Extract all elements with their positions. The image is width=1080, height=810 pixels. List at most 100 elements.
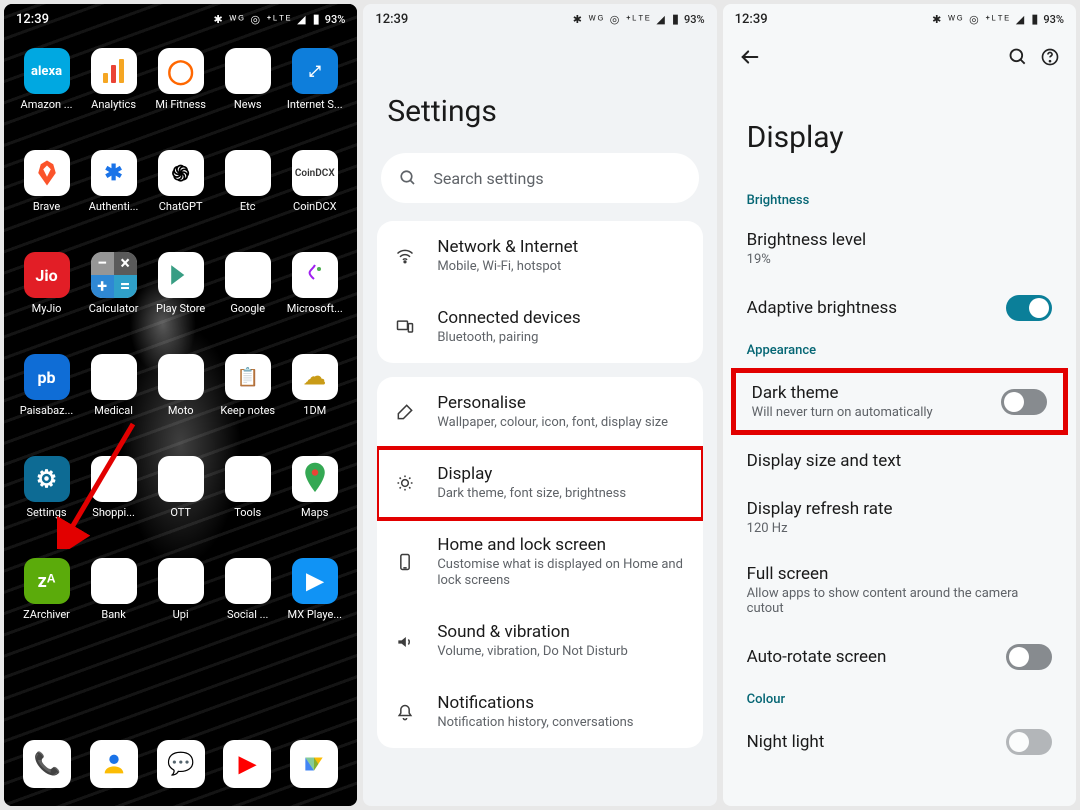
youtube-icon[interactable]: ▶ — [223, 740, 271, 788]
mi-fitness-icon-tile: ◯ — [158, 48, 204, 94]
messages-icon[interactable]: 💬 — [157, 740, 205, 788]
row-subtitle: Dark theme, font size, brightness — [437, 486, 684, 503]
section-appearance: Appearance — [723, 335, 1076, 366]
mx-player-icon[interactable]: ▶MX Playe... — [282, 558, 347, 656]
files-icon[interactable] — [290, 740, 338, 788]
internet-speed-icon[interactable]: ⤢Internet S... — [282, 48, 347, 146]
tools-folder-icon[interactable]: Tools — [215, 456, 280, 554]
phone-icon — [395, 552, 417, 572]
coindcx-icon[interactable]: CoinDCXCoinDCX — [282, 150, 347, 248]
amazon-alexa-icon[interactable]: alexaAmazon ... — [14, 48, 79, 146]
microsoft-icon[interactable]: Microsoft... — [282, 252, 347, 350]
status-bar: 12:39 ✱ ᵂᴳ ◎ ⁺ᴸᵀᴱ ◢ ▮ 93% — [723, 4, 1076, 34]
adaptive-brightness-row[interactable]: Adaptive brightness — [723, 281, 1076, 335]
internet-speed-icon-tile: ⤢ — [292, 48, 338, 94]
authenticator-icon-tile: ✱ — [91, 150, 137, 196]
shopping-folder-icon[interactable]: Shoppi... — [81, 456, 146, 554]
wifi-icon — [395, 246, 417, 266]
auto-rotate-row[interactable]: Auto-rotate screen — [723, 630, 1076, 684]
1dm-icon[interactable]: ☁1DM — [282, 354, 347, 452]
app-label: Social ... — [218, 608, 278, 621]
settings-panel: 12:39 ✱ ᵂᴳ ◎ ⁺ᴸᵀᴱ ◢ ▮ 93% Settings Searc… — [363, 4, 716, 806]
display-settings-panel: 12:39 ✱ ᵂᴳ ◎ ⁺ᴸᵀᴱ ◢ ▮ 93% Display Bright… — [723, 4, 1076, 806]
connected-devices-row[interactable]: Connected devicesBluetooth, pairing — [377, 292, 702, 363]
row-subtitle: Volume, vibration, Do Not Disturb — [437, 644, 684, 661]
chatgpt-icon[interactable]: ֍ChatGPT — [148, 150, 213, 248]
display-size-row[interactable]: Display size and text — [723, 437, 1076, 485]
amazon-alexa-icon-tile: alexa — [24, 48, 70, 94]
night-light-row[interactable]: Night light — [723, 715, 1076, 759]
app-label: Medical — [84, 404, 144, 417]
night-light-toggle[interactable] — [1006, 729, 1052, 755]
bank-folder-icon[interactable]: Bank — [81, 558, 146, 656]
app-label: Brave — [17, 200, 77, 213]
page-title: Display — [723, 80, 1076, 185]
maps-icon[interactable]: Maps — [282, 456, 347, 554]
app-label: Mi Fitness — [151, 98, 211, 111]
social-folder-icon[interactable]: Social ... — [215, 558, 280, 656]
moto-folder-icon[interactable]: Moto — [148, 354, 213, 452]
dark-theme-row[interactable]: Dark theme Will never turn on automatica… — [731, 368, 1068, 435]
news-icon[interactable]: News — [215, 48, 280, 146]
search-placeholder: Search settings — [433, 169, 543, 188]
refresh-rate-row[interactable]: Display refresh rate 120 Hz — [723, 485, 1076, 550]
personalise-row[interactable]: PersonaliseWallpaper, colour, icon, font… — [377, 377, 702, 448]
mx-player-icon-tile: ▶ — [292, 558, 338, 604]
authenticator-icon[interactable]: ✱ Authenti... — [81, 150, 146, 248]
devices-icon — [395, 317, 417, 337]
adaptive-brightness-toggle[interactable] — [1006, 295, 1052, 321]
1dm-icon-tile: ☁ — [292, 354, 338, 400]
display-row[interactable]: DisplayDark theme, font size, brightness — [377, 448, 702, 519]
messages-icon-tile: 💬 — [157, 740, 205, 788]
brave-icon[interactable]: Brave — [14, 150, 79, 248]
social-folder-icon-tile — [225, 558, 271, 604]
settings-icon[interactable]: ⚙Settings — [14, 456, 79, 554]
google-folder-icon[interactable]: Google — [215, 252, 280, 350]
keep-notes-icon[interactable]: 📋Keep notes — [215, 354, 280, 452]
upi-folder-icon[interactable]: Upi — [148, 558, 213, 656]
auto-rotate-toggle[interactable] — [1006, 644, 1052, 670]
home-lock-row[interactable]: Home and lock screenCustomise what is di… — [377, 519, 702, 607]
zarchiver-icon[interactable]: zᴬZArchiver — [14, 558, 79, 656]
app-label: Authenti... — [84, 200, 144, 213]
row-subtitle: Wallpaper, colour, icon, font, display s… — [437, 415, 684, 432]
calculator-icon[interactable]: −×+=Calculator — [81, 252, 146, 350]
app-label: Upi — [151, 608, 211, 621]
bell-icon — [395, 703, 417, 723]
dark-theme-toggle[interactable] — [1001, 389, 1047, 415]
status-time: 12:39 — [735, 12, 768, 27]
app-label: News — [218, 98, 278, 111]
app-label: Analytics — [84, 98, 144, 111]
phone-icon[interactable]: 📞 — [23, 740, 71, 788]
help-button[interactable] — [1040, 47, 1060, 67]
tools-folder-icon-tile — [225, 456, 271, 502]
maps-icon-tile — [292, 456, 338, 502]
full-screen-row[interactable]: Full screen Allow apps to show content a… — [723, 550, 1076, 630]
microsoft-icon-tile — [292, 252, 338, 298]
app-label: OTT — [151, 506, 211, 519]
back-button[interactable] — [739, 46, 761, 68]
status-indicators: ✱ ᵂᴳ ◎ ⁺ᴸᵀᴱ ◢ — [573, 13, 667, 26]
etc-folder-icon[interactable]: Etc — [215, 150, 280, 248]
mi-fitness-icon[interactable]: ◯ Mi Fitness — [148, 48, 213, 146]
search-button[interactable] — [1008, 47, 1028, 67]
search-settings-input[interactable]: Search settings — [381, 153, 698, 203]
contacts-icon[interactable] — [90, 740, 138, 788]
ott-folder-icon[interactable]: OTT — [148, 456, 213, 554]
myjio-icon[interactable]: JioMyJio — [14, 252, 79, 350]
analytics-icon[interactable]: Analytics — [81, 48, 146, 146]
paisabazaar-icon[interactable]: pbPaisabaz... — [14, 354, 79, 452]
brightness-level-row[interactable]: Brightness level 19% — [723, 216, 1076, 281]
play-store-icon[interactable]: Play Store — [148, 252, 213, 350]
sound-row[interactable]: Sound & vibrationVolume, vibration, Do N… — [377, 606, 702, 677]
myjio-icon-tile: Jio — [24, 252, 70, 298]
network-internet-row[interactable]: Network & InternetMobile, Wi-Fi, hotspot — [377, 221, 702, 292]
play-store-icon-tile — [158, 252, 204, 298]
etc-folder-icon-tile — [225, 150, 271, 196]
google-folder-icon-tile — [225, 252, 271, 298]
paisabazaar-icon-tile: pb — [24, 354, 70, 400]
app-label: Maps — [285, 506, 345, 519]
notifications-row[interactable]: NotificationsNotification history, conve… — [377, 677, 702, 748]
medical-folder-icon[interactable]: Medical — [81, 354, 146, 452]
app-label: Bank — [84, 608, 144, 621]
